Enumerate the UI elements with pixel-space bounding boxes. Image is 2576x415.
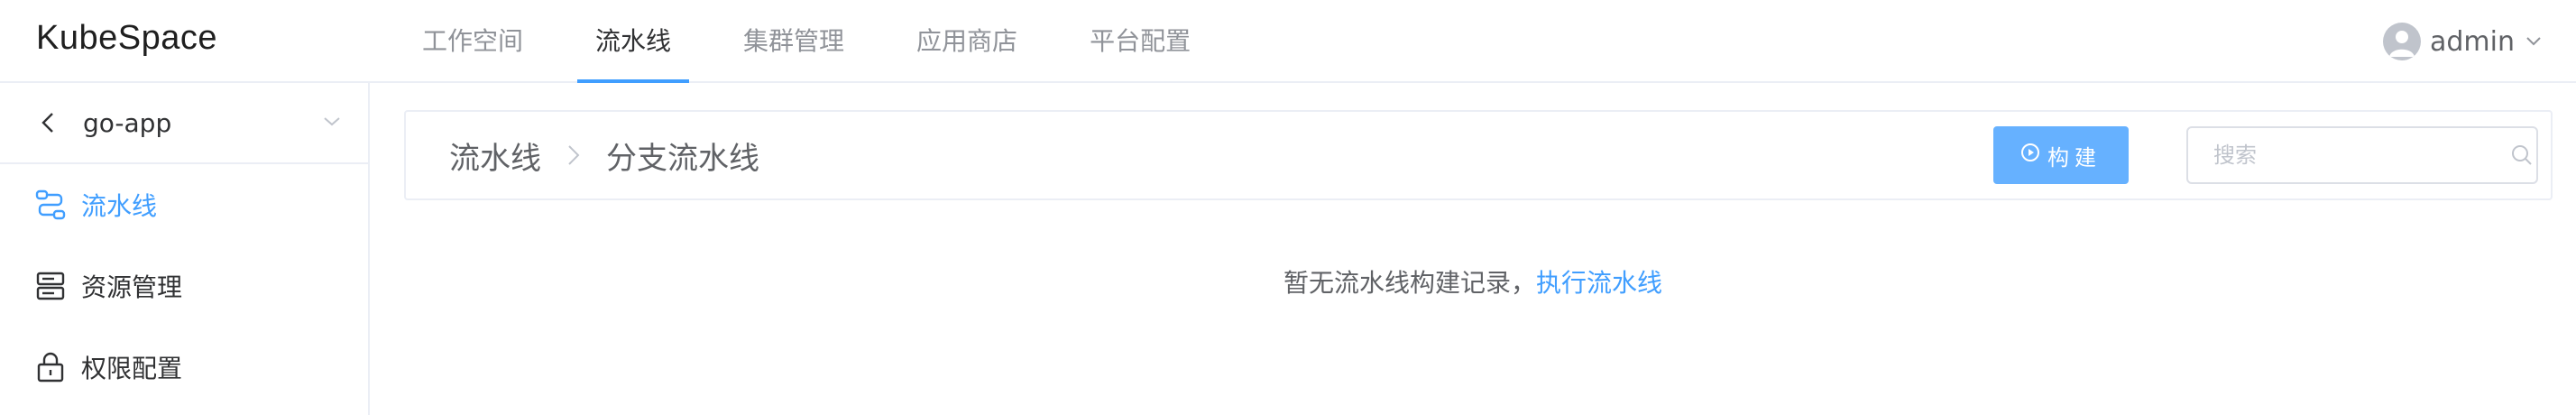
user-menu[interactable]: admin	[2383, 22, 2544, 61]
sidebar-item-permissions[interactable]: 权限配置	[0, 327, 368, 408]
build-button[interactable]: 构建	[1993, 126, 2129, 184]
sidebar-item-resources[interactable]: 资源管理	[0, 245, 368, 327]
top-header: KubeSpace 工作空间 流水线 集群管理 应用商店 平台配置 admin	[0, 0, 2576, 83]
user-name: admin	[2430, 25, 2515, 58]
nav-item-pipeline[interactable]: 流水线	[559, 0, 707, 83]
lock-icon	[34, 351, 67, 383]
project-name: go-app	[83, 107, 172, 138]
pipeline-icon	[34, 189, 67, 221]
main-content: 流水线 分支流水线 构建 搜索 暂无流水线构建记录，执行流水线	[370, 83, 2576, 415]
nav-item-app-store[interactable]: 应用商店	[880, 0, 1053, 83]
nav-item-workspace[interactable]: 工作空间	[386, 0, 559, 83]
sidebar-item-label: 资源管理	[81, 272, 183, 302]
sidebar-item-label: 流水线	[81, 191, 158, 221]
app-logo[interactable]: KubeSpace	[36, 16, 217, 60]
search-box	[2186, 126, 2538, 184]
build-button-label: 构建	[2047, 144, 2102, 171]
nav-item-platform-config[interactable]: 平台配置	[1053, 0, 1227, 83]
chevron-left-icon[interactable]	[36, 110, 61, 135]
sidebar: go-app 流水线 资源管理 权限配置	[0, 83, 370, 415]
search-input[interactable]	[2188, 130, 2509, 180]
chevron-down-icon	[321, 110, 343, 135]
play-circle-icon	[2020, 143, 2040, 168]
chevron-down-icon	[2524, 26, 2544, 58]
breadcrumb: 流水线 分支流水线	[449, 112, 759, 198]
empty-state: 暂无流水线构建记录，执行流水线	[370, 263, 2576, 300]
sidebar-item-label: 权限配置	[81, 354, 183, 383]
server-icon	[34, 270, 67, 302]
search-icon[interactable]	[2509, 143, 2535, 168]
project-selector[interactable]: go-app	[0, 83, 368, 164]
page-toolbar: 流水线 分支流水线 构建	[404, 110, 2553, 200]
breadcrumb-root[interactable]: 流水线	[449, 134, 541, 178]
user-avatar-icon	[2383, 23, 2421, 60]
run-pipeline-link[interactable]: 执行流水线	[1536, 268, 1662, 298]
sidebar-item-pipeline[interactable]: 流水线	[0, 164, 368, 245]
empty-state-text: 暂无流水线构建记录，	[1283, 268, 1536, 298]
top-nav: 工作空间 流水线 集群管理 应用商店 平台配置	[386, 0, 1227, 83]
chevron-right-icon	[556, 140, 592, 171]
breadcrumb-current: 分支流水线	[606, 140, 759, 177]
nav-item-cluster[interactable]: 集群管理	[707, 0, 880, 83]
